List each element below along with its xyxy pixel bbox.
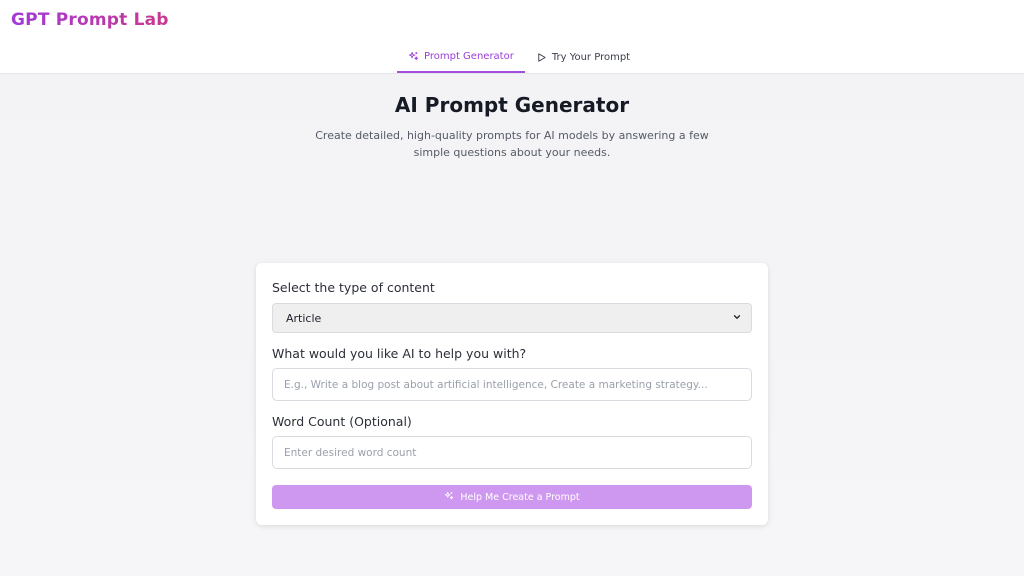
app-brand[interactable]: GPT Prompt Lab xyxy=(11,10,169,30)
sparkles-icon xyxy=(408,51,419,62)
tab-try-your-prompt[interactable]: Try Your Prompt xyxy=(525,42,641,73)
tab-prompt-generator[interactable]: Prompt Generator xyxy=(397,42,525,73)
content-type-selected-value: Article xyxy=(286,311,322,325)
task-input[interactable] xyxy=(272,368,752,401)
tab-bar: Prompt Generator Try Your Prompt xyxy=(397,42,641,74)
top-navigation-bar: GPT Prompt Lab Prompt Generator Try Your… xyxy=(0,0,1024,74)
prompt-form-card: Select the type of content Article What … xyxy=(256,263,768,525)
sparkles-icon xyxy=(444,491,454,504)
content-type-select[interactable]: Article xyxy=(272,303,752,333)
tab-label: Try Your Prompt xyxy=(551,52,631,63)
task-label: What would you like AI to help you with? xyxy=(272,346,527,361)
word-count-input[interactable] xyxy=(272,436,752,469)
create-prompt-button[interactable]: Help Me Create a Prompt xyxy=(272,485,752,509)
play-icon xyxy=(536,52,547,63)
create-prompt-button-label: Help Me Create a Prompt xyxy=(460,491,580,503)
content-type-label: Select the type of content xyxy=(272,280,435,295)
word-count-label: Word Count (Optional) xyxy=(272,414,412,429)
chevron-down-icon xyxy=(732,312,742,325)
page-title: AI Prompt Generator xyxy=(394,93,630,117)
page-subtitle: Create detailed, high-quality prompts fo… xyxy=(315,129,709,159)
tab-label: Prompt Generator xyxy=(424,51,514,62)
